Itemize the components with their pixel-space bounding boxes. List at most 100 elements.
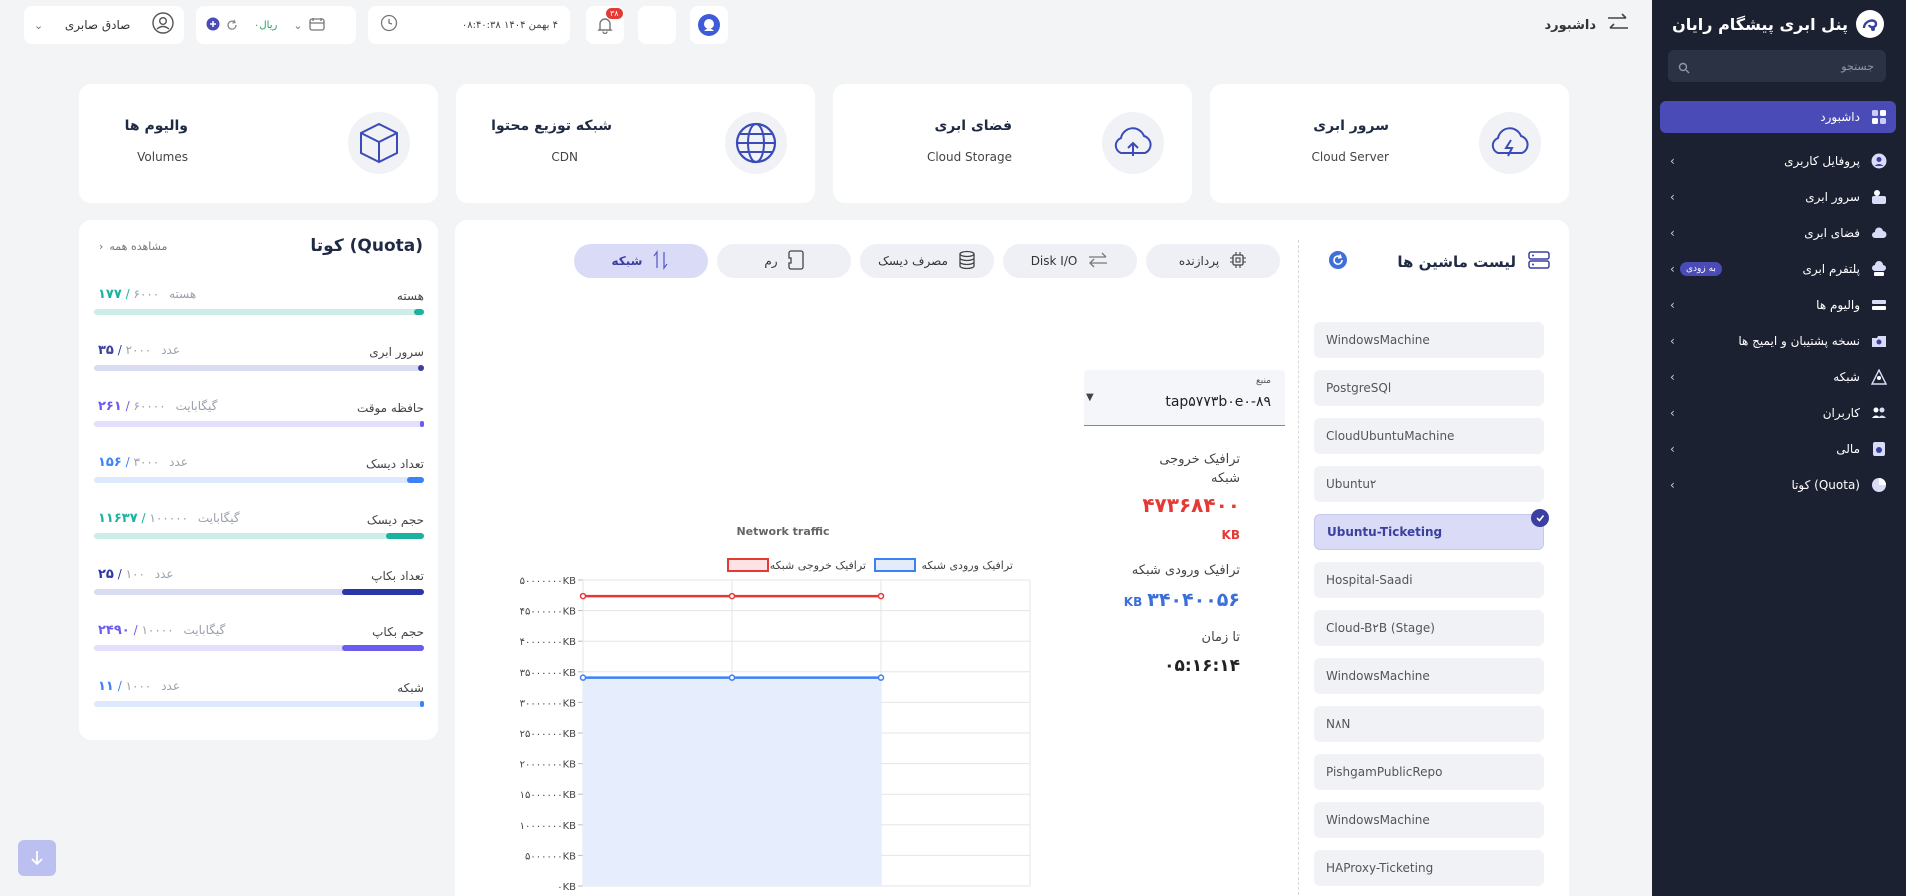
sidebar-search[interactable]	[1668, 50, 1886, 82]
view-all-label: مشاهده همه	[109, 240, 168, 253]
quota-row: حجم دیسک ۱۱۶۳۷ / ۱۰۰۰۰۰ گیگابایت	[94, 511, 424, 543]
quota-values: ۲۴۹۰ / ۱۰۰۰۰ گیگابایت	[98, 623, 226, 638]
machine-list-header: لیست ماشین ها	[1329, 250, 1550, 274]
service-card-cdn-globe[interactable]: شبکه توزیع محتوا CDN	[456, 84, 815, 203]
machine-name: Hospital-Saadi	[1326, 573, 1413, 587]
view-all-link[interactable]: › مشاهده همه	[99, 240, 167, 253]
notifications-button[interactable]: ۳۸	[586, 6, 624, 44]
chevron-left-icon: ›	[99, 240, 104, 253]
quota-progress-fill	[385, 533, 424, 539]
out-traffic-unit: KB	[1221, 528, 1240, 542]
theme-toggle-button[interactable]	[638, 6, 676, 44]
tab-database[interactable]: مصرف دیسک	[860, 244, 994, 278]
service-title: سرور ابری	[1313, 118, 1389, 134]
sidebar-toggle-icon[interactable]	[1606, 12, 1630, 38]
user-name: صادق صابری	[64, 18, 131, 32]
machine-list-item[interactable]: PostgreSQl	[1314, 370, 1544, 406]
machine-list-item[interactable]: CloudUbuntuMachine	[1314, 418, 1544, 454]
data-point	[728, 592, 736, 600]
sidebar-item-volume[interactable]: والیوم ها ‹	[1660, 289, 1896, 321]
quota-icon	[1870, 476, 1888, 494]
sidebar-item-quota[interactable]: کوتا (Quota) ‹	[1660, 469, 1896, 501]
until-time-value: ۰۵:۱۶:۱۴	[1164, 656, 1240, 676]
machine-list-item[interactable]: Ubuntu۲	[1314, 466, 1544, 502]
in-traffic-unit: KB	[1123, 595, 1143, 609]
y-tick-label: ۵۰۰۰۰۰۰۰KB	[520, 576, 577, 587]
tab-network-sort[interactable]: شبکه	[574, 244, 708, 278]
chevron-left-icon: ‹	[1670, 154, 1675, 168]
sidebar-item-server[interactable]: سرور ابری ‹	[1660, 181, 1896, 213]
sidebar-item-network[interactable]: شبکه ‹	[1660, 361, 1896, 393]
users-icon	[1870, 404, 1888, 422]
network-icon	[1870, 368, 1888, 386]
dashboard-icon	[1870, 108, 1888, 126]
sidebar-item-platform[interactable]: پلتفرم ابری به زودی ‹	[1660, 253, 1896, 285]
page-title: داشبورد	[1544, 17, 1596, 33]
sidebar-item-backup[interactable]: نسخه پشتیبان و ایمیج ها ‹	[1660, 325, 1896, 357]
quota-unit: عدد	[161, 343, 180, 357]
sidebar-item-users[interactable]: کاربران ‹	[1660, 397, 1896, 429]
brand[interactable]: پنل ابری پیشگام رایان	[1672, 10, 1884, 38]
sidebar-item-dashboard[interactable]: داشبورد	[1660, 101, 1896, 133]
user-menu[interactable]: ⌄ صادق صابری	[24, 6, 184, 44]
quota-unit: عدد	[154, 567, 174, 581]
source-select[interactable]: منبع tap۵۷۷۳b۰e۰-۸۹ ▼	[1084, 370, 1285, 426]
quota-row: شبکه ۱۱ / ۱۰۰۰ عدد	[94, 679, 424, 711]
backup-icon	[1870, 332, 1888, 350]
scroll-down-button[interactable]	[18, 840, 56, 876]
data-point	[877, 674, 885, 681]
quota-limit: ۶۰۰۰۰	[133, 399, 166, 413]
quota-unit: گیگابایت	[175, 399, 218, 413]
chevron-left-icon: ‹	[1670, 478, 1675, 492]
y-tick-label: ۳۵۰۰۰۰۰۰KB	[520, 668, 577, 679]
machine-list-item[interactable]: WindowsMachine	[1314, 322, 1544, 358]
machine-list-item[interactable]: WindowsMachine	[1314, 802, 1544, 838]
sidebar-item-user-profile[interactable]: پروفایل کاربری ‹	[1660, 145, 1896, 177]
machine-list-item[interactable]: Cloud-B۲B (Stage)	[1314, 610, 1544, 646]
sidebar-item-label: داشبورد	[1820, 110, 1860, 124]
quota-label: سرور ابری	[369, 345, 424, 359]
machine-name: WindowsMachine	[1326, 669, 1430, 683]
service-card-cloud-storage[interactable]: فضای ابری Cloud Storage	[833, 84, 1192, 203]
machine-list-item[interactable]: HAProxy-Ticketing	[1314, 850, 1544, 886]
sidebar-item-label: شبکه	[1833, 370, 1860, 384]
sidebar-item-label: کاربران	[1822, 406, 1860, 420]
machine-list-item[interactable]: Ubuntu-Ticketing	[1314, 509, 1549, 550]
sidebar-item-label: پلتفرم ابری	[1802, 262, 1860, 276]
chevron-left-icon: ‹	[1670, 370, 1675, 384]
add-credit-icon[interactable]	[206, 16, 220, 35]
network-sort-icon	[652, 249, 670, 273]
quota-used: ۳۵	[98, 343, 114, 358]
quota-progress-track	[94, 309, 424, 315]
clock-icon	[380, 14, 398, 36]
chevron-down-icon[interactable]: ⌄	[293, 19, 302, 32]
legend-label: ترافیک خروجی شبکه	[770, 559, 866, 572]
machine-list-item[interactable]: Hospital-Saadi	[1314, 562, 1544, 598]
refresh-icon[interactable]	[226, 16, 238, 35]
machine-list-item[interactable]: N۸N	[1314, 706, 1544, 742]
quota-limit: ۱۰۰۰	[125, 679, 152, 693]
machine-name: WindowsMachine	[1326, 333, 1430, 347]
notification-count-badge: ۳۸	[606, 8, 623, 19]
machine-list-item[interactable]: WindowsMachine	[1314, 658, 1544, 694]
y-tick-label: ۴۰۰۰۰۰۰۰KB	[520, 637, 577, 648]
search-input[interactable]	[1668, 50, 1886, 82]
data-point	[728, 674, 736, 681]
service-card-cloud-server[interactable]: سرور ابری Cloud Server	[1210, 84, 1569, 203]
sidebar-item-label: والیوم ها	[1816, 298, 1860, 312]
service-card-volumes-cube[interactable]: والیوم ها Volumes	[79, 84, 438, 203]
sidebar-item-finance[interactable]: مالی ‹	[1660, 433, 1896, 465]
divider	[1298, 240, 1299, 896]
tab-ram[interactable]: رم	[717, 244, 851, 278]
tab-cpu[interactable]: پردازنده	[1146, 244, 1280, 278]
quota-progress-track	[94, 589, 424, 595]
wallet-icon[interactable]	[308, 16, 325, 35]
sidebar-item-cloud[interactable]: فضای ابری ‹	[1660, 217, 1896, 249]
machine-name: N۸N	[1326, 717, 1351, 731]
tab-disk-io[interactable]: Disk I/O	[1003, 244, 1137, 278]
quota-row: تعداد دیسک ۱۵۶ / ۳۰۰۰ عدد	[94, 455, 424, 487]
refresh-machines-icon[interactable]	[1329, 251, 1348, 273]
sidebar-item-label: نسخه پشتیبان و ایمیج ها	[1738, 334, 1860, 348]
support-button[interactable]	[690, 6, 728, 44]
machine-list-item[interactable]: PishgamPublicRepo	[1314, 754, 1544, 790]
